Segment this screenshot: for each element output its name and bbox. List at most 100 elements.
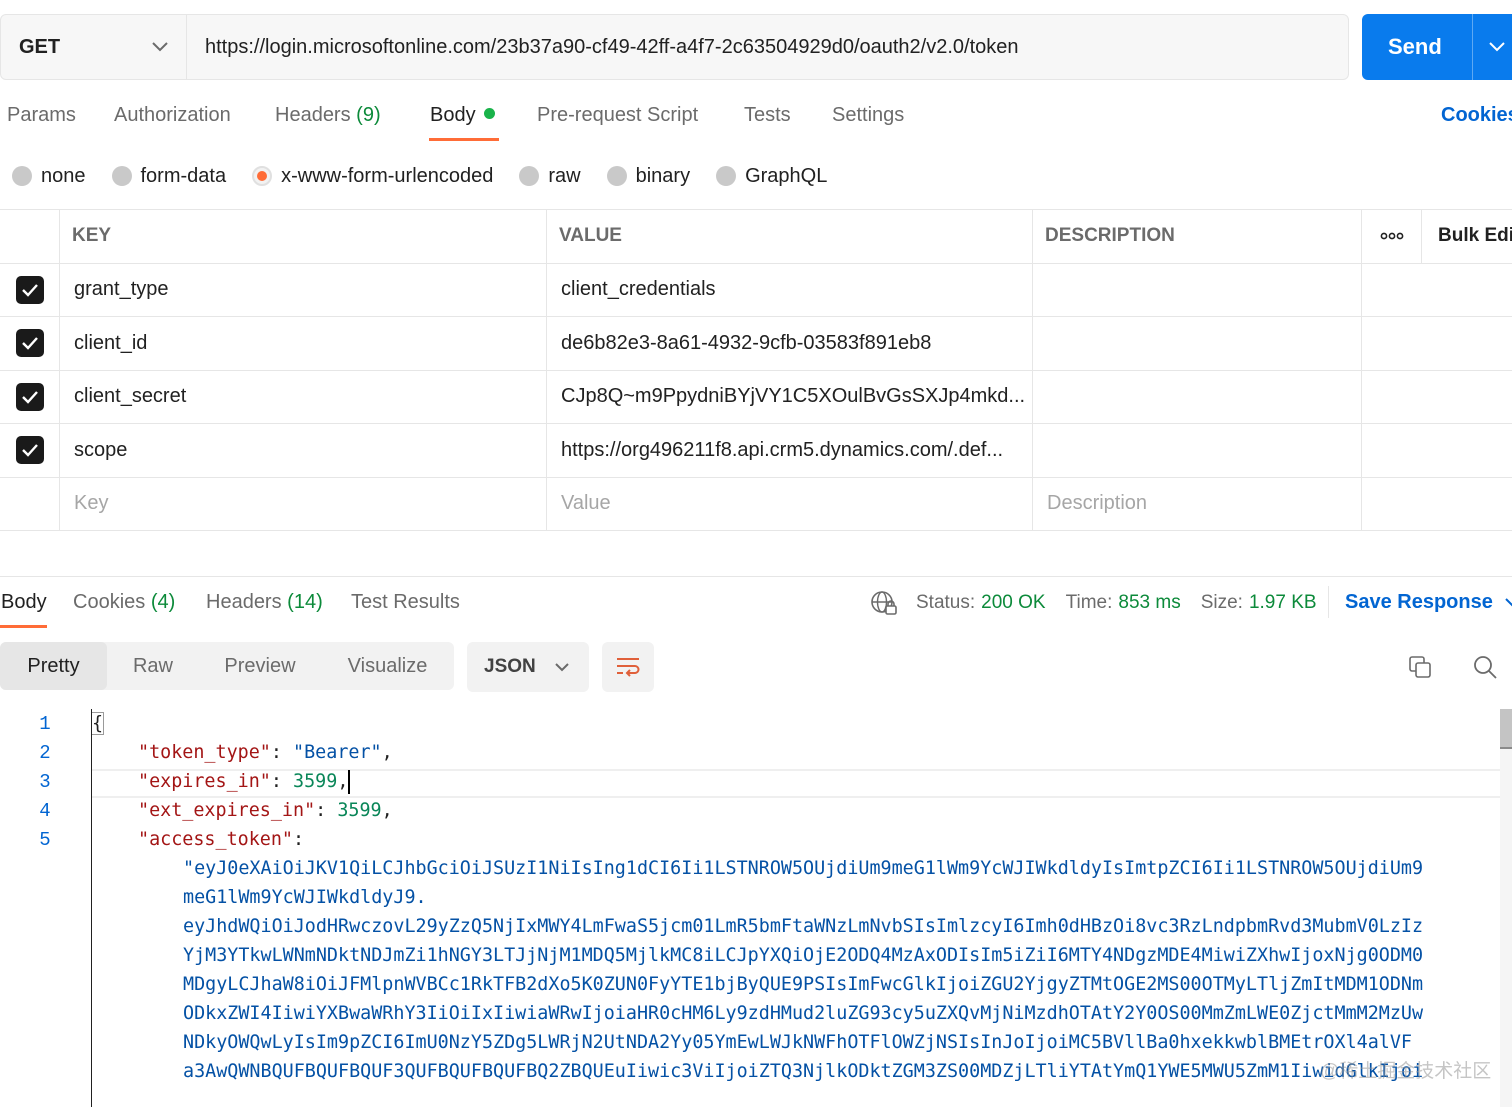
json-key: "token_type" (138, 742, 271, 763)
radio-label: none (41, 164, 86, 187)
response-tab-body[interactable]: Body (1, 591, 47, 614)
send-options-dropdown[interactable] (1472, 14, 1505, 80)
new-key-input[interactable]: Key (60, 477, 547, 530)
copy-button[interactable] (1405, 652, 1435, 682)
view-pretty[interactable]: Pretty (0, 642, 107, 690)
column-header-key: KEY (60, 210, 547, 263)
editor-scrollbar-thumb[interactable] (1500, 709, 1512, 749)
radio-graphql[interactable]: GraphQL (716, 165, 827, 188)
value-cell[interactable]: de6b82e3-8a61-4932-9cfb-03583f891eb8 (547, 317, 1033, 370)
globe-lock-icon[interactable] (870, 589, 898, 617)
request-tabs: Params Authorization Headers (9) Body Pr… (0, 96, 1512, 142)
description-cell[interactable] (1033, 370, 1362, 423)
row-checkbox[interactable] (15, 329, 44, 358)
line-number: 3 (39, 771, 51, 793)
description-cell[interactable] (1033, 317, 1362, 370)
view-raw[interactable]: Raw (107, 642, 199, 690)
row-checkbox[interactable] (15, 436, 44, 465)
token-line: MDgyLCJhaW8iOiJFMlpnWVBCc1RkTFB2dXo5K0ZU… (183, 974, 1424, 995)
radio-form-data[interactable]: form-data (111, 165, 226, 188)
new-value-input[interactable]: Value (547, 477, 1033, 530)
table-row: grant_type client_credentials (0, 263, 1512, 317)
tab-params[interactable]: Params (7, 104, 76, 127)
table-row: scope https://org496211f8.api.crm5.dynam… (0, 424, 1512, 478)
bulk-edit-button[interactable]: Bulk Edi (1422, 210, 1512, 263)
code-line: "token_type": "Bearer", (138, 742, 393, 763)
view-preview[interactable]: Preview (199, 642, 321, 690)
search-button[interactable] (1470, 652, 1500, 682)
tab-authorization[interactable]: Authorization (114, 104, 231, 127)
radio-circle (111, 166, 132, 186)
value-cell[interactable]: client_credentials (547, 263, 1033, 316)
response-divider[interactable] (0, 576, 1512, 577)
code-line: "expires_in": 3599, (138, 770, 351, 794)
size-label: Size: (1200, 592, 1243, 613)
chevron-down-icon (1505, 598, 1512, 607)
value-cell[interactable]: CJp8Q~m9PpydniBYjVY1C5XOulBvGsSXJp4mkd..… (547, 370, 1033, 423)
modified-indicator-dot (483, 108, 495, 120)
radio-none[interactable]: none (12, 165, 86, 188)
save-response-button[interactable]: Save Response (1345, 591, 1512, 614)
line-number: 1 (39, 713, 51, 735)
response-tab-headers[interactable]: Headers (14) (206, 591, 323, 614)
line-number: 5 (39, 829, 51, 851)
view-visualize[interactable]: Visualize (321, 642, 454, 690)
radio-label: raw (548, 164, 581, 187)
column-header-description: DESCRIPTION (1033, 210, 1362, 263)
more-options-button[interactable] (1362, 210, 1422, 263)
editor-scrollbar[interactable] (1500, 709, 1512, 1107)
send-button[interactable]: Send (1362, 14, 1512, 80)
tab-tests[interactable]: Tests (744, 104, 791, 127)
radio-circle-selected (252, 166, 273, 186)
row-checkbox-cell (0, 370, 60, 423)
radio-circle (519, 166, 540, 186)
column-header-value: VALUE (547, 210, 1033, 263)
status-value[interactable]: 200 OK (981, 592, 1045, 614)
tab-pre-request-script[interactable]: Pre-request Script (537, 104, 698, 127)
size-value[interactable]: 1.97 KB (1249, 592, 1317, 614)
response-tab-test-results[interactable]: Test Results (351, 591, 460, 614)
tab-label: Cookies (73, 591, 146, 613)
key-cell[interactable]: scope (60, 424, 547, 477)
table-header-row: KEY VALUE DESCRIPTION Bulk Edi (0, 210, 1512, 264)
row-checkbox[interactable] (15, 275, 44, 304)
row-checkbox[interactable] (15, 382, 44, 411)
method-select[interactable]: GET (1, 15, 187, 79)
key-cell[interactable]: client_secret (60, 370, 547, 423)
response-body-editor[interactable]: { "token_type": "Bearer", "expires_in": … (92, 709, 1500, 1107)
cookies-link[interactable]: Cookies (1441, 104, 1512, 127)
new-description-input[interactable]: Description (1033, 477, 1362, 530)
tab-label: Body (430, 104, 476, 126)
checkmark-icon (21, 390, 38, 404)
key-cell[interactable]: client_id (60, 317, 547, 370)
time-label: Time: (1065, 592, 1113, 613)
token-line: NDkyOWQwLyIsIm9pZCI6ImU0NzY5ZDg5LWRjN2Ut… (183, 1032, 1413, 1053)
request-url-bar: GET (0, 14, 1349, 80)
value-cell[interactable]: https://org496211f8.api.crm5.dynamics.co… (547, 424, 1033, 477)
json-number-value: 3599 (337, 800, 382, 821)
description-cell[interactable] (1033, 424, 1362, 477)
token-line: YjM3YTkwLWNmNDktNDJmZi1hNGY3LTJjNjM1MDQ5… (183, 945, 1424, 966)
status-label: Status: (916, 592, 976, 613)
body-type-radio-group: none form-data x-www-form-urlencoded raw… (12, 162, 853, 190)
response-meta: Status: 200 OK Time: 853 ms Size: 1.97 KB (870, 588, 1337, 618)
time-value[interactable]: 853 ms (1118, 592, 1180, 614)
copy-icon (1409, 656, 1431, 678)
description-cell[interactable] (1033, 263, 1362, 316)
url-input[interactable] (187, 15, 1348, 79)
format-select[interactable]: JSON (467, 642, 589, 692)
key-cell[interactable]: grant_type (60, 263, 547, 316)
chevron-down-icon (1489, 42, 1505, 52)
wrap-lines-button[interactable] (602, 642, 654, 692)
header-select-column (0, 210, 60, 263)
tab-label: Headers (275, 104, 351, 126)
response-tab-cookies[interactable]: Cookies (4) (73, 591, 175, 614)
radio-label: binary (635, 164, 691, 187)
tab-body[interactable]: Body (430, 104, 495, 127)
tab-headers[interactable]: Headers (9) (275, 104, 381, 127)
radio-raw[interactable]: raw (519, 164, 581, 188)
tab-count: (14) (287, 591, 323, 613)
radio-binary[interactable]: binary (606, 164, 691, 188)
radio-x-www-form-urlencoded[interactable]: x-www-form-urlencoded (252, 165, 493, 188)
tab-settings[interactable]: Settings (832, 104, 904, 127)
